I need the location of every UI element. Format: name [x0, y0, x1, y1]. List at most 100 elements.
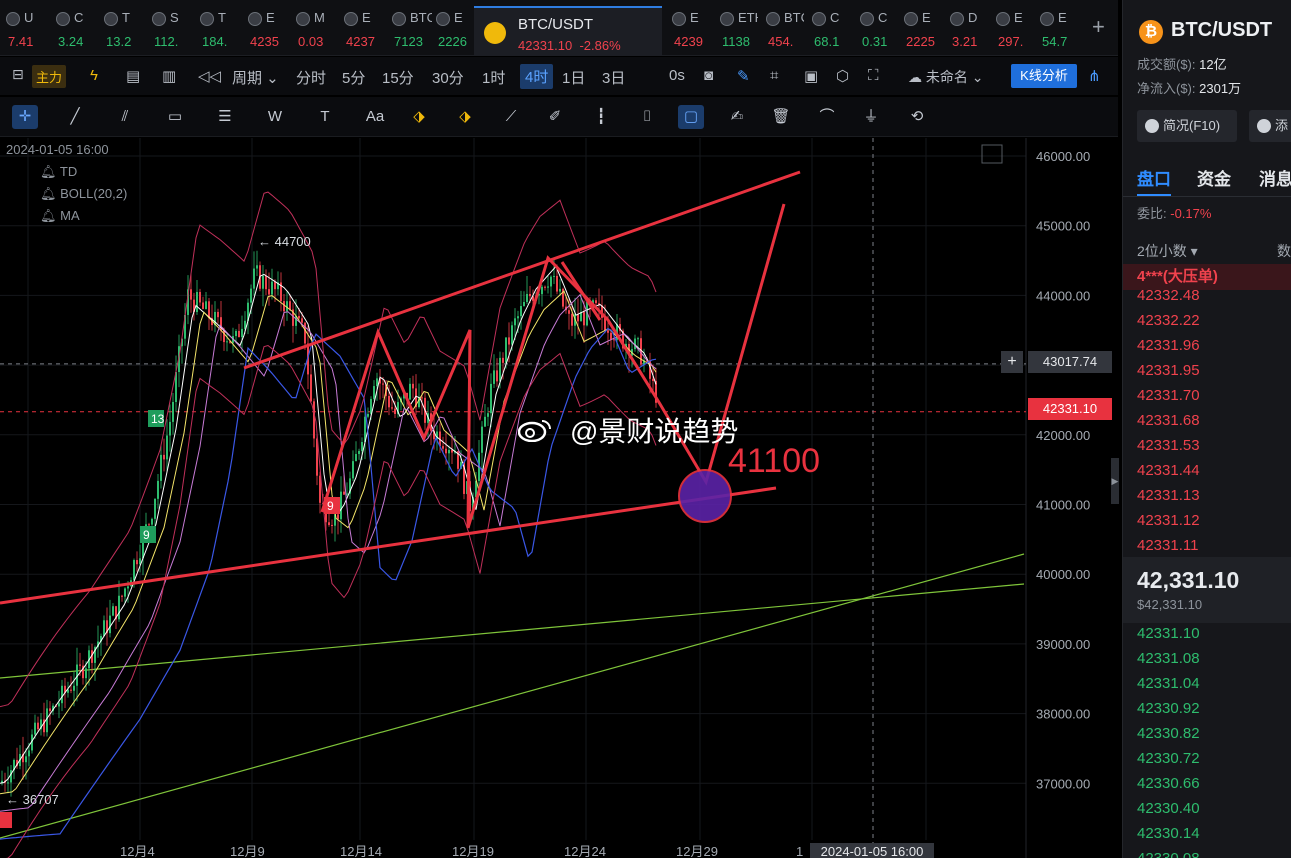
- chart-canvas[interactable]: 46000.0045000.0044000.0043000.0042000.00…: [0, 138, 1118, 858]
- fibonacci-tool-icon[interactable]: ☰: [212, 105, 238, 129]
- indicator-boll[interactable]: 🔔︎ BOLL(20,2): [40, 186, 127, 202]
- ticker-tab[interactable]: U 7.41: [0, 0, 46, 56]
- cycle-dropdown[interactable]: 周期 ⌄: [232, 67, 279, 88]
- timeframe-2[interactable]: 15分: [382, 67, 414, 88]
- ticker-tab[interactable]: T 13.2: [98, 0, 144, 56]
- edit-tool-icon[interactable]: ✍: [724, 105, 750, 129]
- timeframe-3[interactable]: 30分: [432, 67, 464, 88]
- eye-tool-icon[interactable]: ▢: [678, 105, 704, 129]
- tab-funds[interactable]: 资金: [1197, 165, 1231, 190]
- bid-row[interactable]: 42330.82: [1137, 725, 1200, 742]
- ticker-tab[interactable]: E 4235: [242, 0, 288, 56]
- decimal-selector[interactable]: 2位小数 ▾: [1137, 241, 1198, 261]
- ask-row[interactable]: 42331.96: [1137, 337, 1200, 354]
- ticker-tab[interactable]: M 0.03: [290, 0, 336, 56]
- lock-tool-icon[interactable]: ⌷: [634, 105, 660, 129]
- ask-row[interactable]: 42331.95: [1137, 362, 1200, 379]
- ticker-tab[interactable]: D 3.21: [944, 0, 988, 56]
- settings-icon[interactable]: ⬡: [836, 67, 849, 85]
- ticker-tab-active[interactable]: BTC/USDT 42331.10 -2.86%: [474, 6, 662, 56]
- rewind-icon[interactable]: ◁◁: [198, 67, 221, 85]
- bid-row[interactable]: 42331.04: [1137, 675, 1200, 692]
- ticker-tab[interactable]: C 3.24: [50, 0, 96, 56]
- candle-type-icon[interactable]: ⊟: [12, 66, 24, 83]
- bid-row[interactable]: 42330.92: [1137, 700, 1200, 717]
- calendar-icon[interactable]: ▤: [126, 67, 140, 85]
- rectangle-tool-icon[interactable]: ▭: [162, 105, 188, 129]
- ticker-tab[interactable]: T 184.: [194, 0, 240, 56]
- candle-body: [217, 311, 219, 318]
- indicator-td[interactable]: 🔔︎ TD: [40, 164, 77, 180]
- ask-row[interactable]: 42331.44: [1137, 462, 1200, 479]
- ticker-tab[interactable]: S 112.: [146, 0, 192, 56]
- panel-collapse-handle[interactable]: ▶: [1111, 458, 1119, 504]
- indicator-ma[interactable]: 🔔︎ MA: [40, 208, 80, 224]
- timeframe-6[interactable]: 1日: [562, 67, 585, 88]
- ask-row[interactable]: 42331.70: [1137, 387, 1200, 404]
- ticker-tab[interactable]: E 4237: [338, 0, 384, 56]
- ask-row[interactable]: 42331.11: [1137, 537, 1198, 554]
- trash-icon[interactable]: 🗑: [768, 105, 794, 129]
- ticker-tab[interactable]: BTC 7123: [386, 0, 432, 56]
- overview-button[interactable]: 简况(F10): [1137, 110, 1237, 142]
- timeframe-5[interactable]: 4时: [520, 64, 554, 89]
- ticker-tab[interactable]: E 297.: [990, 0, 1034, 56]
- ticker-tab[interactable]: E 2225: [898, 0, 942, 56]
- timeframe-7[interactable]: 3日: [602, 67, 625, 88]
- layout-selector[interactable]: ☁ 未命名 ⌄: [908, 67, 984, 87]
- price-chart[interactable]: 46000.0045000.0044000.0043000.0042000.00…: [0, 138, 1119, 858]
- main-force-toggle[interactable]: 主力: [32, 65, 67, 88]
- ask-row[interactable]: 42331.68: [1137, 412, 1200, 429]
- bid-row[interactable]: 42330.66: [1137, 775, 1200, 792]
- tab-orderbook[interactable]: 盘口: [1137, 165, 1171, 196]
- ticker-tab[interactable]: ETH 1138: [714, 0, 758, 56]
- timeframe-0[interactable]: 分时: [296, 67, 326, 88]
- ask-row[interactable]: 42332.22: [1137, 312, 1200, 329]
- image-icon[interactable]: ▣: [804, 67, 818, 85]
- bid-row[interactable]: 42330.14: [1137, 825, 1200, 842]
- bid-row[interactable]: 42331.10: [1137, 625, 1200, 642]
- ask-row[interactable]: 42331.12: [1137, 512, 1200, 529]
- filter-icon[interactable]: ⏚: [858, 105, 884, 129]
- tab-news[interactable]: 消息: [1259, 165, 1291, 190]
- ask-row[interactable]: 42332.48: [1137, 287, 1200, 304]
- add-tab-button[interactable]: +: [1092, 14, 1105, 40]
- sync-icon[interactable]: ⟲: [904, 105, 930, 129]
- timeframe-4[interactable]: 1时: [482, 67, 505, 88]
- bid-row[interactable]: 42330.40: [1137, 800, 1200, 817]
- ask-row[interactable]: 42331.13: [1137, 487, 1200, 504]
- measure-tool-icon[interactable]: ⟋: [498, 105, 524, 129]
- fullscreen-icon[interactable]: ⛶: [868, 67, 879, 84]
- crosshair-tool-icon[interactable]: ✛: [12, 105, 38, 129]
- pencil-icon[interactable]: ✎: [737, 67, 750, 85]
- add-alert-button[interactable]: +: [1001, 351, 1023, 373]
- kline-analysis-button[interactable]: K线分析: [1011, 64, 1077, 88]
- ask-row[interactable]: 42331.53: [1137, 437, 1200, 454]
- parallel-channel-tool-icon[interactable]: ⫽: [112, 105, 138, 129]
- wave-tool-icon[interactable]: W: [262, 105, 288, 129]
- candles-tool-icon[interactable]: ┇: [588, 105, 614, 129]
- bid-row[interactable]: 42331.08: [1137, 650, 1200, 667]
- attach-icon[interactable]: ⌒: [814, 105, 840, 129]
- ticker-tab[interactable]: C 68.1: [806, 0, 850, 56]
- magnet-tool-icon[interactable]: ⬗: [452, 105, 478, 129]
- camera-icon[interactable]: ◙: [704, 67, 713, 84]
- ticker-tab[interactable]: E 4239: [666, 0, 710, 56]
- add-watch-button[interactable]: 添: [1249, 110, 1291, 142]
- ticker-tab[interactable]: E 2226: [430, 0, 476, 56]
- bid-row[interactable]: 42330.72: [1137, 750, 1200, 767]
- bid-row[interactable]: 42330.08: [1137, 850, 1200, 858]
- ticker-tab[interactable]: BTC 454.: [760, 0, 804, 56]
- timeframe-1[interactable]: 5分: [342, 67, 365, 88]
- trendline-tool-icon[interactable]: ╱: [62, 105, 88, 129]
- brush-tool-icon[interactable]: ✐: [542, 105, 568, 129]
- text-anchor-tool-icon[interactable]: T: [312, 105, 338, 129]
- share-icon[interactable]: ⋔: [1088, 67, 1101, 85]
- ticker-tab[interactable]: C 0.31: [854, 0, 898, 56]
- crop-icon[interactable]: ⌗: [770, 67, 778, 84]
- ticker-tab[interactable]: E 54.7: [1034, 0, 1078, 56]
- lightning-icon[interactable]: ϟ: [90, 67, 98, 84]
- ruler-tool-icon[interactable]: ⬗: [406, 105, 432, 129]
- split-icon[interactable]: ▥: [162, 67, 176, 85]
- text-tool-icon[interactable]: Aa: [362, 105, 388, 129]
